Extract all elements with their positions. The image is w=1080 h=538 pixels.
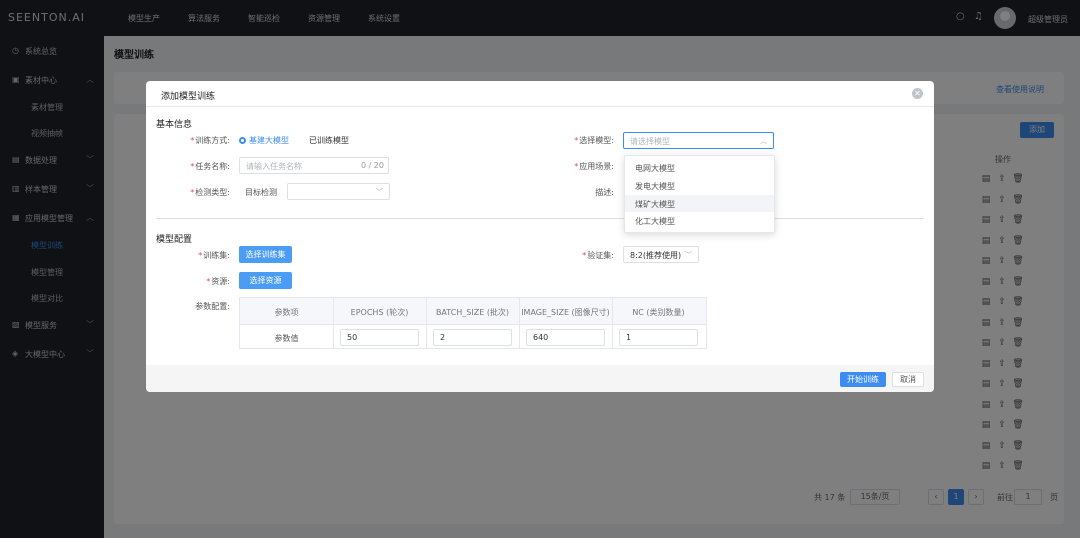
model-select[interactable]: 请选择模型 ︿ bbox=[623, 132, 774, 149]
batch-size-value: 2 bbox=[440, 333, 446, 342]
train-mode-label: *训练方式: bbox=[148, 135, 230, 146]
required-mark: * bbox=[198, 251, 203, 260]
train-mode-radio-trained[interactable]: 已训练模型 bbox=[304, 135, 349, 146]
option-label: 电网大模型 bbox=[635, 164, 675, 173]
nc-input[interactable]: 1 bbox=[619, 329, 698, 346]
params-table-col-line bbox=[426, 298, 427, 348]
val-set-label-text: 验证集: bbox=[587, 251, 614, 260]
param-header-image-size: IMAGE_SIZE (图像尺寸) bbox=[521, 308, 610, 317]
model-label: *选择模型: bbox=[532, 135, 614, 146]
params-table-col-line bbox=[333, 298, 334, 348]
required-mark: * bbox=[206, 277, 211, 286]
nc-value: 1 bbox=[626, 333, 632, 342]
add-training-modal: 添加模型训练 ✕ 基本信息 *训练方式: 基建大模型 已训练模型 *选择模型: … bbox=[146, 81, 934, 392]
train-set-label: *训练集: bbox=[148, 250, 230, 261]
train-mode-label-text: 训练方式: bbox=[195, 136, 230, 145]
task-name-input[interactable]: 请输入任务名称 0 / 20 bbox=[239, 157, 389, 174]
detect-type-value: 目标检测 bbox=[245, 188, 277, 197]
params-table: 参数项 EPOCHS (轮次) BATCH_SIZE (批次) IMAGE_SI… bbox=[239, 297, 707, 349]
params-table-col-line bbox=[519, 298, 520, 348]
radio-dot bbox=[239, 137, 246, 144]
basic-info-section-title: 基本信息 bbox=[156, 120, 193, 130]
dropdown-option-coal-mine-model[interactable]: 煤矿大模型 bbox=[625, 195, 774, 212]
option-label: 化工大模型 bbox=[635, 217, 675, 226]
required-mark: * bbox=[190, 136, 195, 145]
batch-size-input[interactable]: 2 bbox=[433, 329, 512, 346]
model-select-placeholder: 请选择模型 bbox=[630, 137, 670, 146]
val-set-select[interactable]: 8:2(推荐使用) ﹀ bbox=[623, 246, 699, 263]
modal-header-divider bbox=[146, 106, 934, 107]
chevron-up-icon: ︿ bbox=[760, 137, 767, 145]
image-size-value: 640 bbox=[533, 333, 549, 342]
epochs-value: 50 bbox=[347, 333, 358, 342]
char-counter: 0 / 20 bbox=[360, 161, 384, 170]
cancel-button[interactable]: 取消 bbox=[892, 372, 924, 387]
epochs-input[interactable]: 50 bbox=[340, 329, 419, 346]
description-label: 描述: bbox=[595, 188, 614, 197]
scene-label: *应用场景: bbox=[532, 161, 614, 172]
resource-label: *资源: bbox=[148, 276, 230, 287]
param-row-label: 参数值 bbox=[274, 334, 299, 343]
params-table-row-line bbox=[240, 324, 706, 325]
option-label: 煤矿大模型 bbox=[635, 200, 675, 209]
dropdown-option-power-gen-model[interactable]: 发电大模型 bbox=[625, 177, 774, 194]
resource-label-text: 资源: bbox=[211, 277, 230, 286]
model-select-dropdown: 电网大模型 发电大模型 煤矿大模型 化工大模型 bbox=[624, 155, 775, 233]
task-name-placeholder: 请输入任务名称 bbox=[246, 162, 302, 171]
model-config-section-title: 模型配置 bbox=[156, 235, 193, 245]
radio-label: 基建大模型 bbox=[249, 136, 289, 145]
modal-footer: 开始训练 取消 bbox=[146, 365, 934, 392]
detect-type-label: *检测类型: bbox=[148, 187, 230, 198]
modal-title: 添加模型训练 bbox=[161, 92, 216, 102]
val-set-label: *验证集: bbox=[532, 250, 614, 261]
required-mark: * bbox=[582, 251, 587, 260]
dropdown-option-chemical-model[interactable]: 化工大模型 bbox=[625, 212, 774, 229]
param-header-epochs: EPOCHS (轮次) bbox=[350, 308, 409, 317]
param-header-nc: NC (类别数量) bbox=[632, 308, 685, 317]
section-divider bbox=[156, 218, 924, 219]
required-mark: * bbox=[574, 136, 579, 145]
param-header-batch-size: BATCH_SIZE (批次) bbox=[435, 308, 510, 317]
train-mode-radio-foundation[interactable]: 基建大模型 bbox=[239, 135, 289, 146]
dropdown-option-grid-model[interactable]: 电网大模型 bbox=[625, 159, 774, 176]
select-resource-button[interactable]: 选择资源 bbox=[239, 272, 292, 289]
scene-label-text: 应用场景: bbox=[579, 162, 614, 171]
image-size-input[interactable]: 640 bbox=[526, 329, 605, 346]
chevron-down-icon: ﹀ bbox=[685, 251, 692, 259]
required-mark: * bbox=[190, 162, 195, 171]
params-table-col-line bbox=[612, 298, 613, 348]
radio-dot bbox=[304, 137, 306, 144]
task-name-label: *任务名称: bbox=[148, 161, 230, 172]
close-icon[interactable]: ✕ bbox=[912, 88, 923, 99]
param-header-item: 参数项 bbox=[274, 308, 299, 317]
detect-type-select[interactable]: ﹀ bbox=[287, 183, 390, 200]
detect-type-label-text: 检测类型: bbox=[195, 188, 230, 197]
params-label: 参数配置: bbox=[195, 302, 230, 311]
model-label-text: 选择模型: bbox=[579, 136, 614, 145]
train-set-label-text: 训练集: bbox=[203, 251, 230, 260]
select-train-set-button[interactable]: 选择训练集 bbox=[239, 246, 292, 263]
task-name-label-text: 任务名称: bbox=[195, 162, 230, 171]
radio-label: 已训练模型 bbox=[309, 136, 349, 145]
val-set-value: 8:2(推荐使用) bbox=[630, 251, 682, 260]
start-training-button[interactable]: 开始训练 bbox=[840, 372, 886, 387]
required-mark: * bbox=[574, 162, 579, 171]
required-mark: * bbox=[190, 188, 195, 197]
chevron-down-icon: ﹀ bbox=[376, 188, 383, 196]
option-label: 发电大模型 bbox=[635, 182, 675, 191]
